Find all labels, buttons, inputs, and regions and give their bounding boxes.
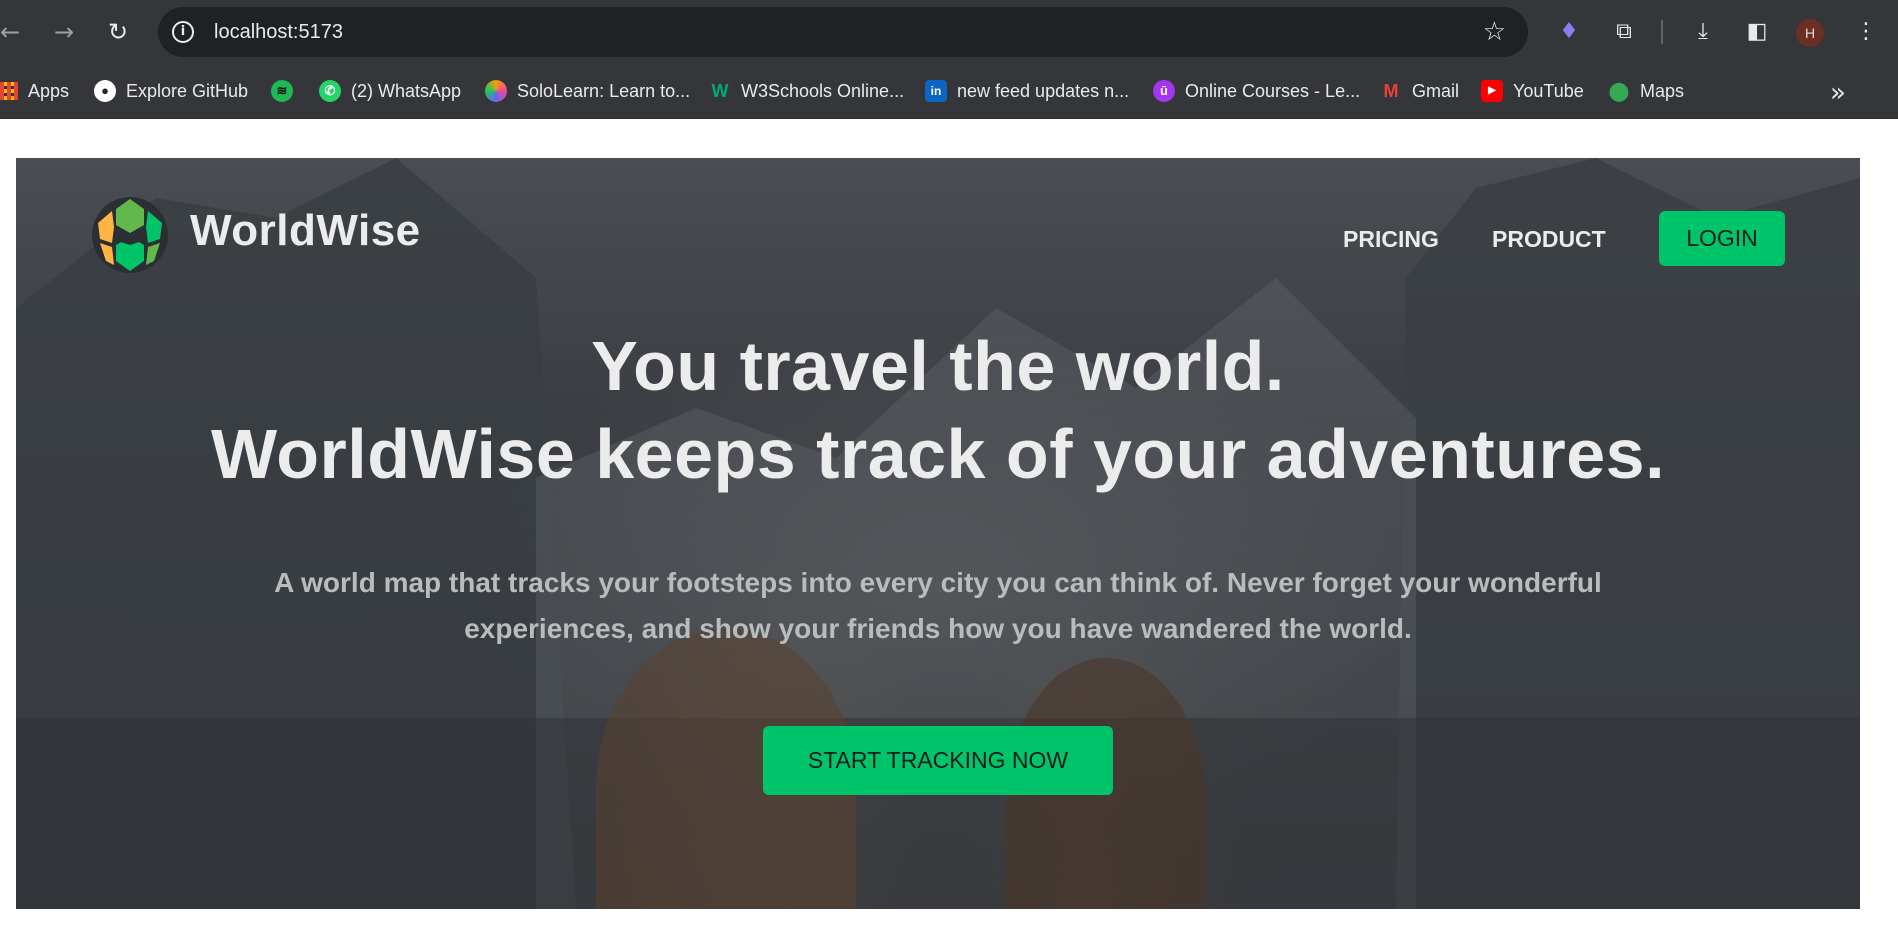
- sololearn-icon: [485, 80, 507, 102]
- mountain-background: [16, 158, 1860, 909]
- forward-icon[interactable]: →: [48, 16, 80, 48]
- github-icon: ●: [94, 80, 116, 102]
- bookmark-gmail[interactable]: M Gmail: [1380, 76, 1460, 106]
- toolbar-divider: [1661, 20, 1663, 44]
- worldwise-logo-icon: [92, 197, 168, 273]
- reload-icon[interactable]: ↻: [102, 16, 134, 48]
- bookmark-maps[interactable]: ⬤ Maps: [1608, 76, 1684, 106]
- profile-avatar[interactable]: H: [1796, 19, 1824, 47]
- whatsapp-icon: ✆: [319, 80, 341, 102]
- bookmark-label: Maps: [1640, 80, 1685, 101]
- linkedin-icon: in: [925, 80, 947, 102]
- bookmark-apps[interactable]: Apps: [0, 76, 69, 106]
- bookmark-whatsapp[interactable]: ✆ (2) WhatsApp: [319, 76, 461, 106]
- headline-line-2: WorldWise keeps track of your adventures…: [210, 415, 1666, 493]
- url-text[interactable]: localhost:5173: [214, 21, 343, 43]
- hero-description-line-2: experiences, and show your friends how y…: [464, 613, 1412, 644]
- browser-toolbar: ← → ↻ i localhost:5173 ☆ ♦ ⧉ ⤓ ◧ H ⋮: [0, 0, 1898, 66]
- apps-grid-icon: [0, 82, 18, 100]
- bookmark-youtube[interactable]: ▶ YouTube: [1481, 76, 1584, 106]
- download-icon[interactable]: ⤓: [1687, 16, 1719, 48]
- nav-product[interactable]: PRODUCT: [1492, 226, 1606, 253]
- bookmark-linkedin[interactable]: in new feed updates n...: [925, 76, 1129, 106]
- bookmark-label: W3Schools Online...: [741, 80, 905, 101]
- extension-flame-icon[interactable]: ♦: [1553, 16, 1585, 48]
- more-bookmarks-icon[interactable]: »: [1830, 78, 1846, 108]
- hero-description-line-1: A world map that tracks your footsteps i…: [274, 567, 1602, 598]
- bookmark-w3schools[interactable]: W W3Schools Online...: [709, 76, 905, 106]
- bookmark-star-icon[interactable]: ☆: [1483, 17, 1506, 47]
- bookmark-sololearn[interactable]: SoloLearn: Learn to...: [485, 76, 690, 106]
- bookmark-label: YouTube: [1513, 80, 1584, 101]
- hero-description: A world map that tracks your footsteps i…: [236, 560, 1640, 652]
- udemy-icon: ū: [1153, 80, 1175, 102]
- bookmark-label: (2) WhatsApp: [351, 80, 462, 101]
- bookmark-spotify[interactable]: ≋: [271, 76, 303, 106]
- page-viewport: WorldWise PRICING PRODUCT LOGIN You trav…: [0, 120, 1898, 947]
- start-tracking-button[interactable]: START TRACKING NOW: [763, 726, 1113, 795]
- bookmark-label: SoloLearn: Learn to...: [517, 80, 691, 101]
- maps-icon: ⬤: [1608, 81, 1630, 101]
- extensions-puzzle-icon[interactable]: ⧉: [1608, 16, 1640, 48]
- bookmark-label: Gmail: [1412, 80, 1460, 101]
- brand-name[interactable]: WorldWise: [190, 206, 421, 256]
- w3schools-icon: W: [711, 81, 729, 101]
- back-icon[interactable]: ←: [0, 16, 26, 48]
- youtube-icon: ▶: [1481, 80, 1503, 102]
- site-info-icon[interactable]: i: [172, 21, 194, 43]
- spotify-icon: ≋: [271, 80, 293, 102]
- bookmark-udemy[interactable]: ū Online Courses - Le...: [1153, 76, 1360, 106]
- side-panel-icon[interactable]: ◧: [1741, 16, 1773, 48]
- bookmark-label: Explore GitHub: [126, 80, 249, 101]
- bookmark-github[interactable]: ● Explore GitHub: [94, 76, 248, 106]
- bookmark-label: new feed updates n...: [957, 80, 1130, 101]
- bookmarks-bar: Apps ● Explore GitHub ≋ ✆ (2) WhatsApp S…: [0, 66, 1898, 119]
- headline-line-1: You travel the world.: [591, 327, 1285, 405]
- gmail-icon: M: [1383, 81, 1399, 101]
- login-button[interactable]: LOGIN: [1659, 211, 1785, 266]
- hero-section: WorldWise PRICING PRODUCT LOGIN You trav…: [16, 158, 1860, 909]
- bookmark-label: Apps: [28, 80, 70, 101]
- address-bar[interactable]: i localhost:5173 ☆: [158, 7, 1528, 57]
- bookmark-label: Online Courses - Le...: [1185, 80, 1361, 101]
- nav-pricing[interactable]: PRICING: [1343, 226, 1439, 253]
- menu-kebab-icon[interactable]: ⋮: [1850, 16, 1882, 48]
